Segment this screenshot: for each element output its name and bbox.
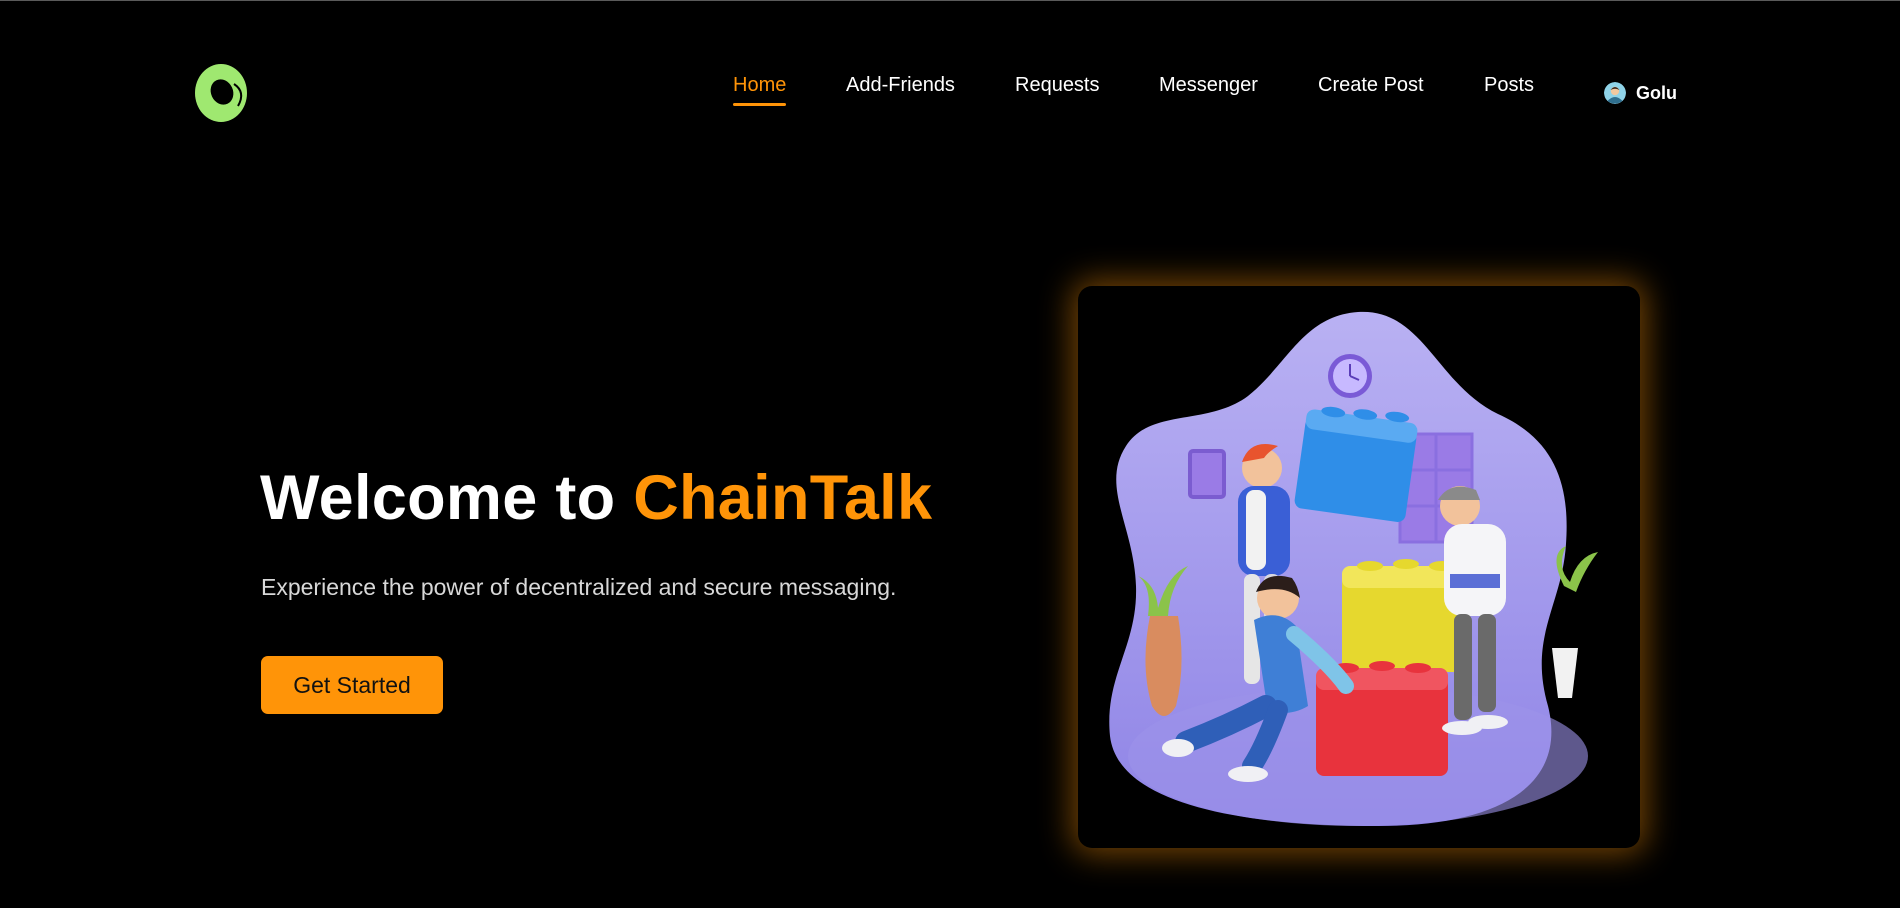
- hero-title: Welcome to ChainTalk: [260, 462, 932, 534]
- hero-title-prefix: Welcome to: [260, 463, 634, 533]
- nav-messenger[interactable]: Messenger: [1159, 74, 1258, 106]
- app-logo[interactable]: [194, 62, 250, 124]
- green-ring-logo-icon: [195, 64, 247, 122]
- nav-add-friends[interactable]: Add-Friends: [846, 74, 955, 106]
- user-avatar-icon: [1604, 82, 1626, 104]
- nav-home[interactable]: Home: [733, 74, 787, 106]
- top-border: [0, 0, 1900, 1]
- get-started-button[interactable]: Get Started: [261, 656, 443, 714]
- team-building-blocks-illustration: [1109, 311, 1598, 826]
- hero-title-brand: ChainTalk: [633, 463, 933, 533]
- hero-illustration-card: [1078, 286, 1640, 848]
- user-name: Golu: [1636, 82, 1677, 103]
- user-menu[interactable]: Golu: [1604, 82, 1677, 104]
- clock-icon: [1328, 354, 1372, 398]
- nav-requests[interactable]: Requests: [1015, 74, 1100, 106]
- nav-create-post[interactable]: Create Post: [1318, 74, 1424, 106]
- nav-posts[interactable]: Posts: [1484, 74, 1534, 106]
- hero-subtitle: Experience the power of decentralized an…: [261, 574, 897, 600]
